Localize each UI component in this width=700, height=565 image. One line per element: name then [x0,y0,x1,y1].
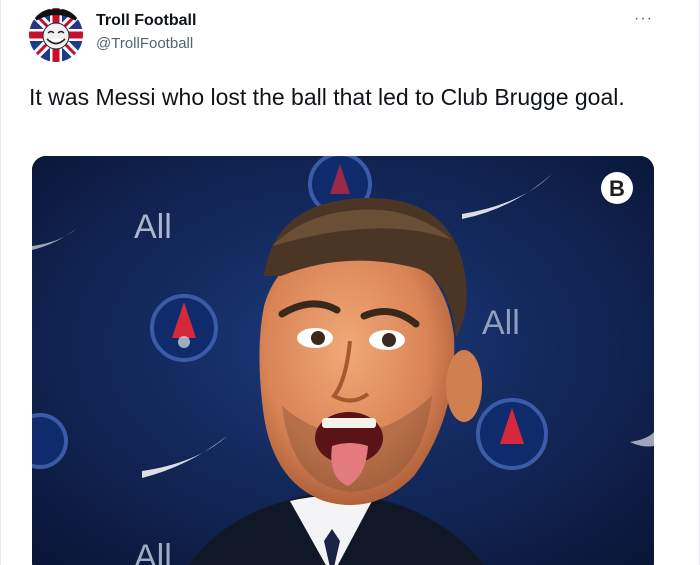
psg-crest-icon [476,398,548,470]
tweet-text: It was Messi who lost the ball that led … [29,84,625,110]
psg-crest-icon [32,413,68,469]
account-name[interactable]: Troll Football [96,12,196,30]
backdrop-all-logo: All [482,304,520,342]
messi-press-conference-photo: All All All B [32,156,654,565]
backdrop-all-logo: All [134,538,172,565]
tweet-media-photo[interactable]: All All All B [32,156,654,565]
more-options-icon[interactable]: ··· [634,10,653,28]
tweet-card[interactable]: Troll Football @TrollFootball ··· It was… [0,0,700,565]
psg-crest-icon [150,294,218,362]
b-watermark-icon: B [601,172,633,204]
backdrop-all-logo: All [134,208,172,246]
profile-avatar[interactable] [29,8,83,62]
troll-football-logo-icon [29,8,83,62]
account-handle[interactable]: @TrollFootball [96,35,193,52]
svg-text:B: B [609,176,625,201]
